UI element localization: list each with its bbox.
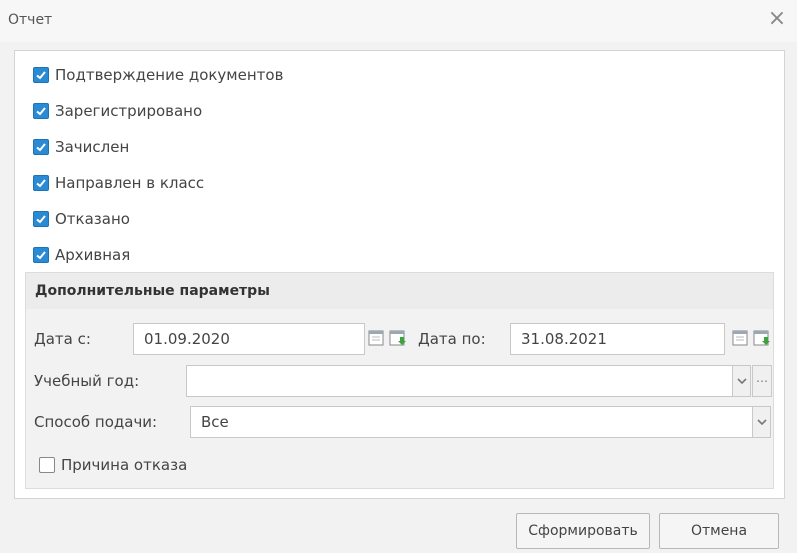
more-options-button[interactable]: ⋯ [752, 365, 772, 397]
chevron-down-icon[interactable] [752, 407, 770, 437]
status-label: Подтверждение документов [55, 66, 284, 84]
checkbox-checked-icon[interactable] [33, 211, 49, 227]
date-to-input[interactable]: 31.08.2021 [510, 323, 725, 355]
status-checkbox-row[interactable]: Направлен в класс [33, 171, 204, 195]
status-label: Отказано [55, 210, 130, 228]
calendar-clear-icon[interactable] [368, 328, 386, 350]
additional-params-title: Дополнительные параметры [35, 283, 270, 299]
refusal-reason-label: Причина отказа [61, 456, 188, 474]
calendar-pick-icon[interactable] [389, 328, 407, 350]
close-icon[interactable]: × [765, 8, 789, 32]
school-year-combobox[interactable] [186, 365, 751, 397]
submission-method-value: Все [201, 413, 229, 431]
date-from-value: 01.09.2020 [144, 330, 230, 348]
report-dialog: Отчет × Подтверждение документов Зарегис… [0, 0, 797, 553]
additional-params-body: Дата с: 01.09.2020 Дата по: 31.08.2021 У… [25, 309, 774, 489]
date-from-input[interactable]: 01.09.2020 [133, 323, 365, 355]
generate-button[interactable]: Сформировать [516, 513, 650, 549]
status-label: Зачислен [55, 138, 130, 156]
date-from-label: Дата с: [34, 330, 91, 348]
date-to-label: Дата по: [418, 330, 486, 348]
additional-params-header[interactable]: Дополнительные параметры [25, 272, 774, 310]
school-year-label: Учебный год: [34, 372, 140, 390]
status-checkbox-row[interactable]: Архивная [33, 243, 130, 267]
status-label: Архивная [55, 246, 131, 264]
checkbox-checked-icon[interactable] [33, 139, 49, 155]
status-checkbox-row[interactable]: Зачислен [33, 135, 129, 159]
calendar-clear-icon[interactable] [732, 328, 750, 350]
dialog-titlebar: Отчет × [0, 0, 797, 42]
refusal-reason-row[interactable]: Причина отказа [39, 453, 187, 477]
status-checkbox-row[interactable]: Подтверждение документов [33, 63, 283, 87]
status-checkbox-row[interactable]: Зарегистрировано [33, 99, 202, 123]
checkbox-checked-icon[interactable] [33, 247, 49, 263]
status-label: Зарегистрировано [55, 102, 203, 120]
cancel-button[interactable]: Отмена [659, 513, 779, 549]
chevron-down-icon[interactable] [732, 366, 750, 396]
submission-method-combobox[interactable]: Все [190, 406, 771, 438]
submission-method-label: Способ подачи: [34, 413, 158, 431]
status-label: Направлен в класс [55, 174, 205, 192]
checkbox-checked-icon[interactable] [33, 175, 49, 191]
checkbox-checked-icon[interactable] [33, 103, 49, 119]
status-checkbox-row[interactable]: Отказано [33, 207, 130, 231]
checkbox-checked-icon[interactable] [33, 67, 49, 83]
checkbox-unchecked-icon[interactable] [39, 457, 55, 473]
report-form-panel: Подтверждение документов Зарегистрирован… [14, 50, 785, 499]
date-to-value: 31.08.2021 [521, 330, 607, 348]
dialog-title: Отчет [8, 12, 53, 28]
calendar-pick-icon[interactable] [753, 328, 771, 350]
